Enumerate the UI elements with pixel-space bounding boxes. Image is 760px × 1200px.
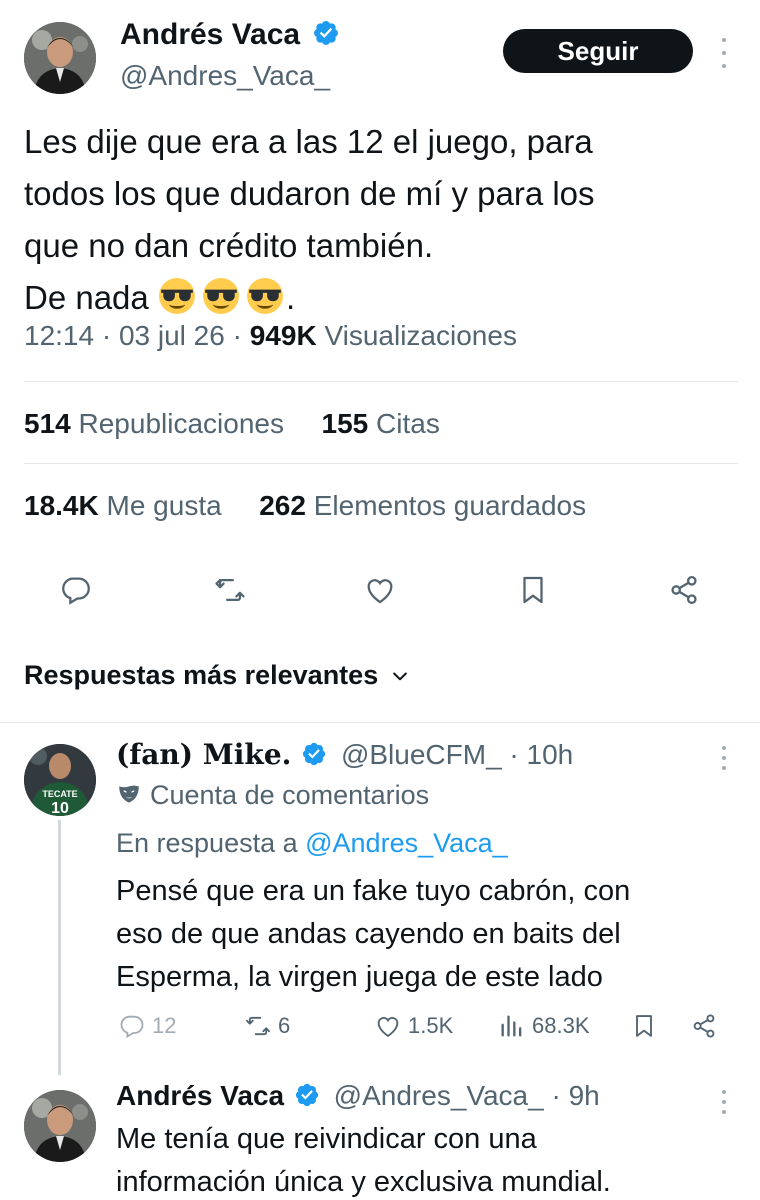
quotes-label: Citas	[376, 408, 440, 439]
reply-text-line: eso de que andas cayendo en baits del	[116, 918, 621, 950]
quotes-count: 155	[321, 408, 369, 439]
reply-author-name: Andrés Vaca	[116, 1080, 285, 1111]
sunglasses-emoji-icon	[158, 277, 196, 315]
reply-repost-button[interactable]: 6	[244, 1012, 290, 1040]
in-reply-handle[interactable]: @Andres_Vaca_	[305, 828, 508, 858]
views-icon	[501, 1015, 522, 1037]
reply-time[interactable]: · 9h	[551, 1080, 599, 1111]
emoji-row	[158, 277, 290, 316]
reply-avatar[interactable]: TECATE 10	[24, 744, 96, 816]
reply-text-line: Esperma, la virgen juega de este lado	[116, 961, 603, 993]
section-divider	[0, 722, 760, 723]
tweet-text-line: todos los que dudaron de mí y para los	[24, 175, 595, 212]
more-options-icon[interactable]	[714, 38, 734, 68]
tweet-text-line: De nada	[24, 279, 149, 316]
replies-sort-dropdown[interactable]: Respuestas más relevantes	[24, 660, 410, 691]
like-icon	[377, 1017, 399, 1038]
mask-icon	[119, 785, 139, 803]
reply-text: Pensé que era un fake tuyo cabrón, con e…	[116, 870, 630, 999]
tweet-text-last-line: De nada .	[24, 272, 736, 324]
tweet-text-line: que no dan crédito también.	[24, 227, 434, 264]
jersey-number-text: 10	[51, 800, 69, 816]
reply-more-options-icon[interactable]	[714, 746, 734, 770]
tweet-time[interactable]: 12:14	[24, 320, 94, 351]
reply-more-options-icon[interactable]	[714, 1090, 734, 1114]
sunglasses-emoji-icon	[202, 277, 240, 315]
reply-likes-count: 1.5K	[408, 1013, 454, 1038]
verified-badge-icon	[314, 21, 339, 46]
reply-author-handle: @BlueCFM_	[340, 739, 502, 770]
account-type-row: Cuenta de comentarios	[116, 780, 429, 811]
likes-count: 18.4K	[24, 490, 99, 521]
repost-icon[interactable]	[210, 570, 250, 610]
in-reply-prefix: En respuesta a	[116, 828, 306, 858]
reply-like-button[interactable]: 1.5K	[374, 1012, 453, 1040]
reply-views-button[interactable]: 68.3K	[498, 1012, 590, 1040]
repost-stats[interactable]: 514 Republicaciones 155 Citas	[24, 408, 440, 440]
author-name[interactable]: Andrés Vaca	[120, 18, 340, 52]
author-handle[interactable]: @Andres_Vaca_	[120, 60, 330, 92]
reply-text: Me tenía que reivindicar con una informa…	[116, 1118, 611, 1200]
tweet-text-end: .	[285, 279, 296, 316]
bookmarks-count: 262	[259, 490, 306, 521]
meta-separator: ·	[232, 320, 250, 351]
reply-author-handle: @Andres_Vaca_	[333, 1080, 544, 1111]
author-avatar[interactable]	[24, 22, 96, 94]
tweet-meta: 12:14 · 03 jul 26 · 949K Visualizaciones	[24, 320, 517, 352]
like-stats[interactable]: 18.4K Me gusta 262 Elementos guardados	[24, 490, 586, 522]
tweet-actions	[0, 570, 760, 616]
reply-text-line: Pensé que era un fake tuyo cabrón, con	[116, 875, 631, 907]
reply-time[interactable]: · 10h	[509, 739, 573, 770]
reply-reply-button[interactable]: 12	[118, 1012, 176, 1040]
reply-replies-count: 12	[152, 1013, 177, 1038]
reply-bookmark-button[interactable]	[630, 1012, 658, 1040]
reply-share-button[interactable]	[690, 1012, 718, 1040]
replies-sort-label: Respuestas más relevantes	[24, 660, 379, 690]
reply-author-row[interactable]: (fan) Mike. @BlueCFM_ · 10h	[116, 738, 573, 771]
follow-button[interactable]: Seguir	[503, 29, 693, 73]
reply-avatar[interactable]	[24, 1090, 96, 1162]
reply-author-row[interactable]: Andrés Vaca @Andres_Vaca_ · 9h	[116, 1080, 600, 1112]
share-icon[interactable]	[664, 570, 704, 610]
meta-separator: ·	[101, 320, 119, 351]
sunglasses-emoji-icon	[246, 277, 284, 315]
reply-text-line: Me tenía que reivindicar con una	[116, 1123, 537, 1155]
verified-badge-icon	[295, 1083, 318, 1106]
verified-badge-icon	[303, 742, 326, 765]
reply-reposts-count: 6	[278, 1013, 291, 1038]
in-reply-to: En respuesta a @Andres_Vaca_	[116, 828, 508, 859]
share-icon	[693, 1014, 715, 1038]
reply-text-line: información única y exclusiva mundial.	[116, 1166, 611, 1198]
reply-author-name: (fan) Mike.	[116, 738, 292, 771]
like-icon[interactable]	[360, 570, 400, 610]
jersey-sponsor-text: TECATE	[42, 789, 77, 799]
tweet-text-line: Les dije que era a las 12 el juego, para	[24, 123, 593, 160]
views-count: 949K	[249, 320, 317, 351]
repost-icon	[245, 1016, 271, 1036]
likes-label: Me gusta	[106, 490, 222, 521]
reposts-count: 514	[24, 408, 71, 439]
reposts-label: Republicaciones	[78, 408, 284, 439]
account-type-label: Cuenta de comentarios	[150, 780, 430, 810]
bookmarks-label: Elementos guardados	[313, 490, 587, 521]
chevron-down-icon	[393, 672, 408, 680]
bookmark-icon[interactable]	[513, 570, 553, 610]
tweet-text: Les dije que era a las 12 el juego, para…	[24, 116, 736, 324]
views-label: Visualizaciones	[324, 320, 517, 351]
bookmark-icon	[636, 1015, 652, 1037]
tweet-date[interactable]: 03 jul 26	[119, 320, 225, 351]
reply-actions: 12 6 1.5K 68.3K	[0, 1012, 760, 1052]
reply-views-count: 68.3K	[532, 1013, 590, 1038]
reply-icon[interactable]	[56, 570, 96, 610]
divider	[24, 463, 738, 464]
divider	[24, 381, 738, 382]
reply-icon	[120, 1015, 144, 1039]
